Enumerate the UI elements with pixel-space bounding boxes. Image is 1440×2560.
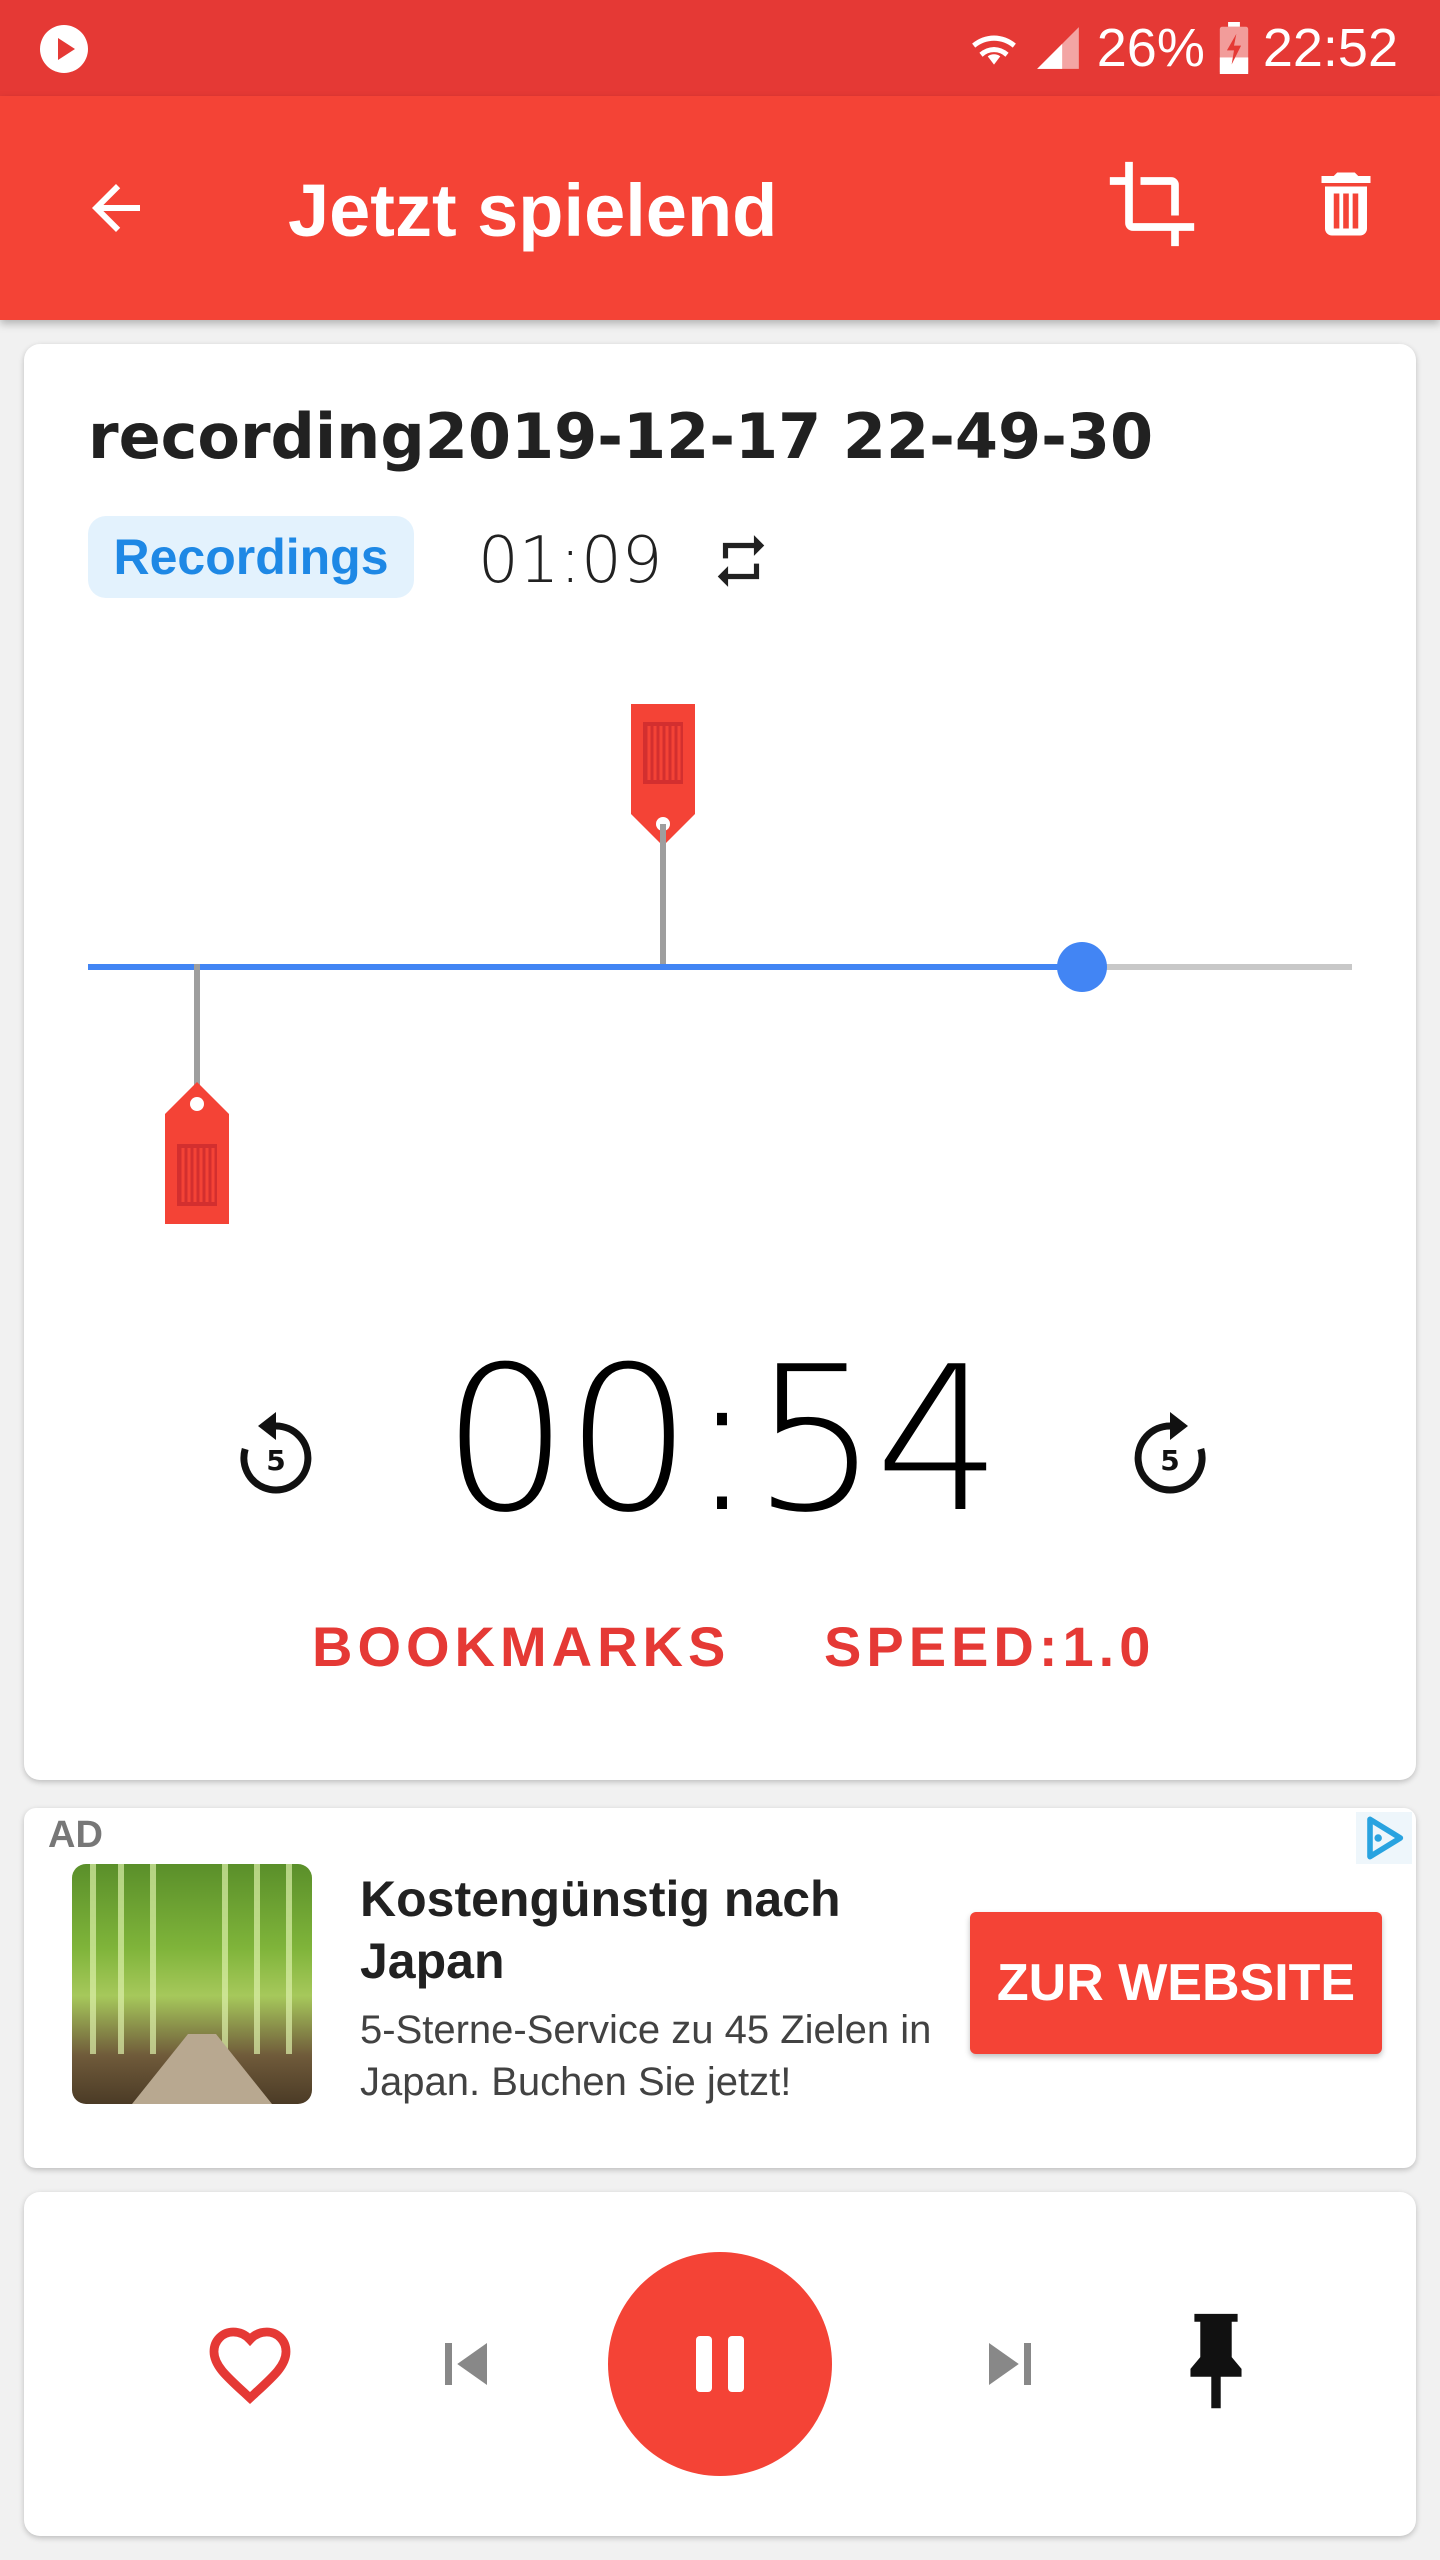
skip-previous-icon[interactable] <box>424 2322 508 2411</box>
ad-body: 5-Sterne-Service zu 45 Zielen in Japan. … <box>360 2008 932 2104</box>
crop-icon[interactable] <box>1096 148 1208 260</box>
status-bar: 26% 22:52 <box>0 0 1440 96</box>
ad-label: AD <box>48 1814 103 1856</box>
ad-banner[interactable]: AD Kostengünstig nach Japan 5-Sterne-Ser… <box>24 1808 1416 2168</box>
player-card: recording2019-12-17 22-49-30 Recordings … <box>24 344 1416 1780</box>
adchoices-icon[interactable] <box>1356 1812 1412 1864</box>
folder-chip[interactable]: Recordings <box>88 516 414 598</box>
trash-icon[interactable] <box>1290 148 1402 260</box>
media-notification-icon <box>40 25 88 73</box>
clock: 22:52 <box>1262 18 1398 78</box>
repeat-icon[interactable] <box>710 530 772 597</box>
app-bar: Jetzt spielend <box>0 96 1440 320</box>
seek-thumb[interactable] <box>1056 942 1107 992</box>
recording-title: recording2019-12-17 22-49-30 <box>88 400 1154 473</box>
page-title: Jetzt spielend <box>288 169 778 252</box>
forward-seconds: 5 <box>1160 1444 1179 1477</box>
battery-percent: 26% <box>1096 18 1205 78</box>
forward-5-button[interactable]: 5 <box>1122 1406 1218 1507</box>
status-indicators: 26% 22:52 <box>969 18 1398 78</box>
pin-icon[interactable] <box>1168 2310 1264 2425</box>
pause-icon <box>696 2336 744 2392</box>
ad-cta-button[interactable]: ZUR WEBSITE <box>970 1912 1382 2054</box>
seek-bar[interactable] <box>88 942 1352 992</box>
heart-outline-icon[interactable] <box>202 2316 298 2417</box>
signal-icon <box>1036 27 1079 69</box>
bookmarks-button[interactable]: BOOKMARKS <box>312 1614 730 1679</box>
ad-headline[interactable]: Kostengünstig nach Japan <box>360 1868 920 1992</box>
skip-next-icon[interactable] <box>968 2322 1052 2411</box>
battery-charging-icon <box>1219 22 1249 74</box>
seek-progress <box>88 964 1082 970</box>
bookmark-marker[interactable] <box>623 704 703 969</box>
wifi-icon <box>971 35 1016 65</box>
total-duration: 01:09 <box>478 524 663 598</box>
ad-image[interactable] <box>72 1864 312 2104</box>
pause-button[interactable] <box>608 2252 832 2476</box>
speed-button[interactable]: SPEED:1.0 <box>824 1614 1155 1679</box>
playback-controls <box>24 2192 1416 2536</box>
arrow-back-icon[interactable] <box>60 152 172 264</box>
bookmark-marker[interactable] <box>157 964 237 1229</box>
